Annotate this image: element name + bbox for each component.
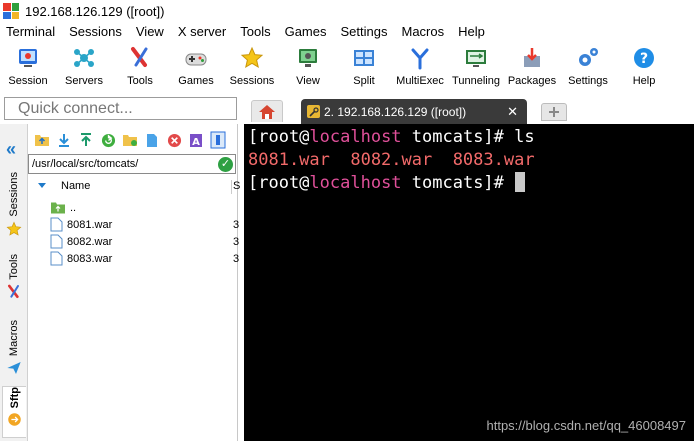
side-tab-macros[interactable]: Macros bbox=[2, 320, 26, 384]
menu-x-server[interactable]: X server bbox=[171, 22, 233, 42]
hostname: localhost bbox=[309, 173, 402, 193]
file-icon bbox=[50, 234, 63, 249]
sftp-icon bbox=[8, 413, 21, 427]
terminal-view[interactable]: [root@localhost tomcats]# ls 8081.war 80… bbox=[244, 124, 694, 441]
collapse-sidebar-icon[interactable]: « bbox=[6, 139, 16, 160]
sftp-path-input[interactable]: /usr/local/src/tomcats/ ✓ bbox=[28, 154, 236, 174]
split-icon bbox=[351, 45, 377, 71]
side-tab-sftp[interactable]: Sftp bbox=[2, 386, 26, 438]
servers-button[interactable]: Servers bbox=[56, 42, 112, 94]
paper-plane-icon bbox=[7, 362, 21, 375]
parent-folder-icon[interactable] bbox=[31, 129, 53, 151]
text-editor-icon[interactable]: A bbox=[185, 129, 207, 151]
download-icon[interactable] bbox=[53, 129, 75, 151]
star-icon bbox=[6, 221, 22, 236]
menu-sessions[interactable]: Sessions bbox=[62, 22, 129, 42]
column-name[interactable]: Name bbox=[61, 180, 90, 192]
session-button[interactable]: Session bbox=[0, 42, 56, 94]
new-folder-icon[interactable] bbox=[119, 129, 141, 151]
terminal-cursor bbox=[515, 172, 526, 192]
menu-macros[interactable]: Macros bbox=[394, 22, 451, 42]
servers-icon bbox=[71, 45, 97, 71]
tunneling-button[interactable]: Tunneling bbox=[448, 42, 504, 94]
home-icon bbox=[259, 104, 275, 119]
view-button[interactable]: View bbox=[280, 42, 336, 94]
multiexec-button[interactable]: MultiExec bbox=[392, 42, 448, 94]
packages-icon bbox=[519, 45, 545, 71]
terminal-prompt-line: [root@localhost tomcats]# bbox=[248, 172, 694, 195]
help-icon: ? bbox=[631, 45, 657, 71]
svg-text:A: A bbox=[192, 137, 200, 148]
plus-icon bbox=[549, 107, 559, 117]
refresh-icon[interactable] bbox=[97, 129, 119, 151]
list-item[interactable]: .. bbox=[50, 199, 238, 216]
menu-bar: Terminal Sessions View X server Tools Ga… bbox=[0, 22, 694, 42]
svg-text:?: ? bbox=[640, 51, 648, 67]
file-icon bbox=[50, 217, 63, 232]
sort-arrow-icon[interactable] bbox=[38, 183, 46, 188]
close-tab-icon[interactable]: ✕ bbox=[507, 104, 518, 120]
multiexec-icon bbox=[407, 45, 433, 71]
games-icon bbox=[183, 45, 209, 71]
list-item[interactable]: 8083.war 3 bbox=[50, 250, 239, 267]
tab-label: 2. 192.168.126.129 ([root]) bbox=[324, 104, 467, 119]
new-file-icon[interactable] bbox=[141, 129, 163, 151]
session-icon bbox=[15, 45, 41, 71]
menu-view[interactable]: View bbox=[129, 22, 171, 42]
column-divider[interactable] bbox=[231, 180, 232, 194]
tunneling-icon bbox=[463, 45, 489, 71]
tools-icon bbox=[7, 284, 19, 298]
tools-button[interactable]: Tools bbox=[112, 42, 168, 94]
window-title: 192.168.126.129 ([root]) bbox=[25, 3, 165, 19]
packages-button[interactable]: Packages bbox=[504, 42, 560, 94]
tab-terminal-session[interactable]: 2. 192.168.126.129 ([root]) ✕ bbox=[301, 99, 527, 124]
list-item[interactable]: 8081.war 3 bbox=[50, 216, 239, 233]
upload-icon[interactable] bbox=[75, 129, 97, 151]
side-tab-sessions[interactable]: Sessions bbox=[2, 172, 26, 248]
menu-terminal[interactable]: Terminal bbox=[0, 22, 62, 42]
title-bar: 192.168.126.129 ([root]) bbox=[0, 0, 694, 22]
terminal-output-line: 8081.war 8082.war 8083.war bbox=[248, 150, 535, 170]
watermark: https://blog.csdn.net/qq_46008497 bbox=[486, 418, 687, 433]
side-tab-bar: « Sessions Tools Macros Sftp bbox=[0, 124, 28, 441]
terminal-line: [root@localhost tomcats]# ls bbox=[248, 127, 535, 147]
delete-icon[interactable] bbox=[163, 129, 185, 151]
main-toolbar: Session Servers Tools Games Sessions Vie… bbox=[0, 42, 694, 94]
quick-connect-input[interactable]: Quick connect... bbox=[4, 97, 237, 120]
tools-icon bbox=[127, 45, 153, 71]
file-icon bbox=[50, 251, 63, 266]
games-button[interactable]: Games bbox=[168, 42, 224, 94]
follow-terminal-icon[interactable] bbox=[207, 129, 229, 151]
mobaxterm-logo-icon bbox=[3, 3, 19, 19]
sftp-toolbar: A bbox=[28, 128, 238, 152]
tab-strip: 2. 192.168.126.129 ([root]) ✕ bbox=[243, 96, 694, 124]
settings-icon bbox=[575, 45, 601, 71]
list-item[interactable]: 8082.war 3 bbox=[50, 233, 239, 250]
menu-settings[interactable]: Settings bbox=[334, 22, 395, 42]
parent-folder-icon bbox=[51, 202, 65, 214]
menu-games[interactable]: Games bbox=[278, 22, 334, 42]
column-size[interactable]: S bbox=[233, 180, 240, 192]
home-tab[interactable] bbox=[251, 100, 283, 122]
file-list-header: Name S bbox=[28, 178, 240, 195]
menu-tools[interactable]: Tools bbox=[233, 22, 277, 42]
side-tab-tools[interactable]: Tools bbox=[2, 254, 26, 314]
ssh-key-icon bbox=[307, 105, 320, 118]
confirm-path-icon[interactable]: ✓ bbox=[218, 157, 233, 172]
new-tab-button[interactable] bbox=[541, 103, 567, 121]
star-icon bbox=[239, 45, 265, 71]
sessions-button[interactable]: Sessions bbox=[224, 42, 280, 94]
view-icon bbox=[295, 45, 321, 71]
settings-button[interactable]: Settings bbox=[560, 42, 616, 94]
menu-help[interactable]: Help bbox=[451, 22, 492, 42]
help-button[interactable]: ? Help bbox=[616, 42, 672, 94]
hostname: localhost bbox=[309, 127, 402, 147]
sftp-panel: A /usr/local/src/tomcats/ ✓ Name S .. 80… bbox=[28, 124, 240, 441]
split-button[interactable]: Split bbox=[336, 42, 392, 94]
